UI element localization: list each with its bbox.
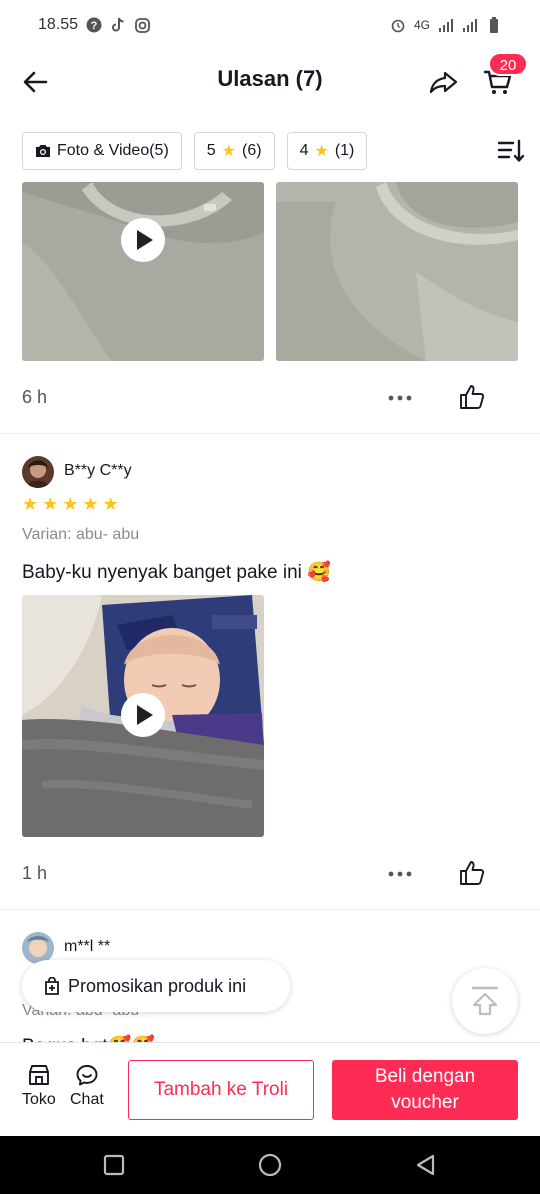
signal-icon: [438, 17, 454, 33]
shop-label: Toko: [22, 1091, 56, 1108]
alarm-icon: [390, 17, 406, 33]
like-icon[interactable]: [459, 860, 485, 886]
add-to-cart-button[interactable]: Tambah ke Troli: [128, 1060, 314, 1120]
review-divider: [0, 433, 540, 434]
chat-icon: [76, 1065, 98, 1086]
filter-5-star-rating: 5: [206, 142, 216, 159]
promote-product-button[interactable]: Promosikan produk ini: [22, 960, 290, 1012]
scroll-to-top-button[interactable]: [452, 968, 518, 1034]
review-divider: [0, 909, 540, 910]
tiktok-icon: [110, 17, 126, 33]
help-icon: ?: [86, 17, 102, 33]
chat-button[interactable]: Chat: [70, 1063, 104, 1109]
camera-icon: [36, 145, 50, 157]
more-options-icon[interactable]: [387, 388, 413, 408]
play-icon: [121, 218, 165, 262]
status-left: 18.55 ?: [38, 16, 150, 34]
back-nav-button[interactable]: [414, 1153, 438, 1177]
svg-text:?: ?: [91, 20, 98, 32]
filter-4-star[interactable]: 4 ★ (1): [286, 132, 368, 170]
network-type: 4G: [413, 18, 430, 32]
star-icon: ★: [22, 494, 39, 514]
bottom-action-bar: Toko Chat Tambah ke Troli Beli dengan vo…: [0, 1042, 540, 1136]
cart-count-badge: 20: [488, 52, 528, 76]
buy-with-voucher-button[interactable]: Beli dengan voucher: [332, 1060, 518, 1120]
filter-4-star-rating: 4: [299, 142, 309, 159]
promote-product-label: Promosikan produk ini: [68, 975, 247, 996]
review-time: 6 h: [22, 387, 48, 407]
chat-label: Chat: [70, 1091, 104, 1108]
star-icon: ★: [314, 143, 329, 160]
status-right: 4G: [390, 17, 502, 33]
recent-apps-button[interactable]: [102, 1153, 126, 1177]
review-photo-thumbnail[interactable]: [276, 182, 518, 361]
system-nav-bar: [0, 1136, 540, 1194]
review-variant: Varian: abu- abu: [22, 526, 140, 543]
sort-button[interactable]: [496, 136, 526, 166]
signal-icon-2: [462, 17, 478, 33]
square-icon: [103, 1154, 125, 1176]
triangle-back-icon: [416, 1154, 435, 1176]
star-icon: ★: [42, 494, 59, 514]
avatar[interactable]: [22, 456, 54, 488]
status-time: 18.55: [38, 16, 79, 33]
share-icon: [429, 71, 458, 94]
sort-icon: [497, 139, 525, 162]
review-time: 1 h: [22, 863, 48, 883]
header: Ulasan (7): [0, 50, 540, 112]
review-video-thumbnail[interactable]: [22, 595, 264, 837]
more-options-icon[interactable]: [387, 864, 413, 884]
onesie-fabric-image: [276, 182, 518, 361]
reviews-list[interactable]: 6 h B**y C**y ★ ★ ★ ★ ★ Varian: abu- abu Bab…: [0, 182, 540, 1042]
shop-icon: [28, 1065, 49, 1085]
filter-chips: Foto & Video(5) 5 ★ (6) 4 ★ (1): [22, 132, 368, 170]
review-video-thumbnail[interactable]: [22, 182, 264, 361]
arrow-up-icon: [471, 986, 499, 1016]
filter-photo-video[interactable]: Foto & Video(5): [22, 132, 182, 170]
instagram-icon: [134, 17, 150, 33]
battery-icon: [486, 17, 502, 33]
reviewer-name: m**l **: [64, 938, 111, 955]
circle-icon: [258, 1153, 282, 1177]
star-icon: ★: [62, 494, 79, 514]
shop-button[interactable]: Toko: [22, 1063, 56, 1109]
star-icon: ★: [102, 494, 119, 514]
filter-4-star-count: (1): [334, 142, 355, 159]
onesie-collar-image: [22, 182, 264, 361]
status-bar: 18.55 ? 4G: [0, 0, 540, 50]
play-icon: [121, 693, 165, 737]
review-text: Baby-ku nyenyak banget pake ini 🥰: [22, 562, 331, 583]
star-rating: ★ ★ ★ ★ ★: [22, 494, 119, 515]
home-button[interactable]: [258, 1153, 282, 1177]
star-icon: ★: [221, 143, 237, 160]
reviewer-name: B**y C**y: [64, 462, 132, 479]
filter-photo-video-label: Foto & Video(5): [57, 142, 169, 159]
share-button[interactable]: [428, 66, 460, 98]
star-icon: ★: [82, 494, 99, 514]
review-text: Bagus bgt🥰🥰: [22, 1034, 155, 1042]
filter-5-star-count: (6): [242, 142, 262, 159]
shopping-bag-plus-icon: [45, 977, 59, 995]
filter-5-star[interactable]: 5 ★ (6): [193, 132, 275, 170]
like-icon[interactable]: [459, 384, 485, 410]
